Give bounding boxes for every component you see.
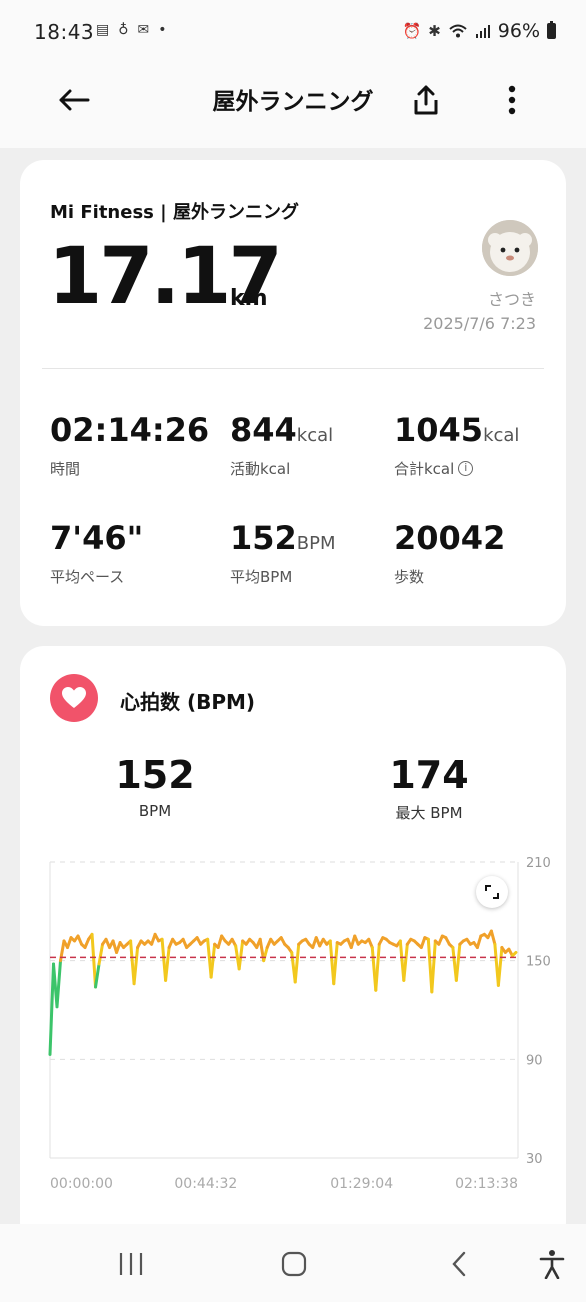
series-segment: [419, 936, 427, 950]
signal-icon: [475, 25, 490, 38]
accessibility-button[interactable]: [527, 1242, 577, 1286]
stat-label: 合計kcal: [394, 460, 455, 478]
battery-icon: [547, 21, 556, 39]
expand-chart-button[interactable]: [476, 876, 508, 908]
stat-label: 平均BPM: [230, 568, 293, 586]
stat-value: 1045: [394, 411, 484, 449]
more-vertical-icon: [508, 85, 516, 115]
heart-icon: [62, 687, 86, 708]
y-tick-label: 90: [526, 1053, 543, 1068]
series-segment: [475, 934, 483, 950]
series-segment: [209, 942, 217, 979]
status-indicators: ⏰ ✱ 96%: [402, 20, 556, 42]
hr-average-value: 152: [115, 753, 195, 797]
stat-unit: kcal: [483, 425, 520, 446]
stat-value: 7'46": [50, 519, 144, 557]
series-segment: [48, 962, 56, 1056]
series-segment: [164, 946, 171, 982]
stat-active-kcal: 844kcal 活動kcal: [230, 412, 333, 479]
series-segment: [402, 942, 409, 982]
stat-label: 活動kcal: [230, 460, 291, 478]
series-segment: [237, 939, 245, 971]
series-segment: [489, 929, 497, 946]
stat-value: 20042: [394, 519, 506, 557]
dot-icon: •: [158, 22, 167, 38]
hr-average-label: BPM: [138, 802, 172, 820]
stat-value: 152: [230, 519, 297, 557]
status-bar: 18:43 ▤ ♁ ✉ • ⏰ ✱ 96%: [0, 0, 586, 64]
notification-icon-1: ▤: [96, 22, 110, 38]
x-tick-label: 02:13:38: [455, 1176, 518, 1192]
x-tick-label: 00:00:00: [50, 1176, 113, 1192]
back-icon: [452, 1251, 466, 1277]
series-segment: [430, 939, 437, 994]
stat-duration: 02:14:26 時間: [50, 412, 209, 479]
accessibility-icon: [539, 1250, 565, 1279]
stat-label: 時間: [50, 460, 81, 478]
alarm-icon: ⏰: [402, 22, 422, 40]
heart-rate-title: 心拍数 (BPM): [120, 690, 256, 714]
stat-steps: 20042 歩数: [394, 520, 505, 587]
series-segment: [90, 932, 98, 989]
series-segment: [132, 946, 140, 986]
distance-unit: km: [230, 286, 268, 311]
series-segment: [293, 942, 301, 984]
x-tick-label: 01:29:04: [330, 1176, 393, 1192]
recent-apps-button[interactable]: [106, 1242, 156, 1286]
notification-icon-2: ♁: [118, 22, 129, 38]
series-segment: [262, 946, 269, 963]
system-nav-bar: [0, 1224, 586, 1302]
hr-average: 152 BPM: [90, 754, 220, 820]
heart-rate-card[interactable]: 心拍数 (BPM) 152 BPM 174 最大 BPM 210 150 90 30 0…: [20, 646, 566, 1246]
hr-max-label: 最大 BPM: [395, 804, 463, 822]
divider: [42, 368, 544, 369]
y-tick-label: 30: [526, 1152, 543, 1167]
home-icon: [281, 1251, 307, 1277]
stat-avg-bpm: 152BPM 平均BPM: [230, 520, 336, 587]
stat-value: 844: [230, 411, 297, 449]
series-segment: [55, 959, 63, 1009]
heart-badge: [50, 674, 98, 722]
nav-back-button[interactable]: [434, 1242, 484, 1286]
stat-unit: kcal: [296, 425, 334, 446]
expand-icon: [485, 885, 499, 899]
hr-max: 174 最大 BPM: [364, 754, 494, 823]
series-segment: [496, 946, 504, 987]
avatar-image: [482, 220, 538, 276]
bluetooth-icon: ✱: [428, 22, 441, 40]
stat-label: 平均ペース: [50, 568, 125, 586]
hr-max-value: 174: [389, 753, 469, 797]
y-tick-label: 210: [526, 856, 551, 871]
x-tick-label: 00:44:32: [174, 1176, 237, 1192]
recent-apps-icon: [119, 1253, 143, 1275]
wifi-icon: [449, 24, 467, 38]
stat-avg-pace: 7'46" 平均ペース: [50, 520, 143, 587]
app-bar: 屋外ランニング: [0, 64, 586, 148]
stat-label: 歩数: [394, 568, 425, 586]
home-button[interactable]: [269, 1242, 319, 1286]
avatar[interactable]: [482, 220, 538, 276]
stat-value: 02:14:26: [50, 411, 210, 449]
series-segment: [454, 942, 462, 982]
series-segment: [332, 941, 339, 986]
activity-source: Mi Fitness | 屋外ランニング: [50, 202, 299, 223]
battery-level: 96%: [497, 20, 540, 42]
status-time: 18:43: [34, 20, 95, 44]
info-icon[interactable]: i: [458, 461, 474, 476]
mail-icon: ✉: [137, 22, 150, 38]
stat-total-kcal: 1045kcal 合計kcal i: [394, 412, 519, 479]
series-segment: [374, 942, 381, 992]
series-segment: [510, 950, 518, 958]
activity-timestamp: 2025/7/6 7:23: [423, 314, 536, 333]
share-icon: [414, 85, 438, 115]
user-name: さつき: [487, 290, 536, 309]
series-segment: [94, 962, 101, 989]
notification-icons: ▤ ♁ ✉ •: [96, 22, 167, 38]
stat-unit: BPM: [296, 533, 336, 554]
more-options-button[interactable]: [482, 70, 542, 130]
y-tick-label: 150: [526, 955, 551, 970]
summary-card: Mi Fitness | 屋外ランニング 17.17 km さつき 2025/7…: [20, 160, 566, 626]
share-button[interactable]: [396, 70, 456, 130]
